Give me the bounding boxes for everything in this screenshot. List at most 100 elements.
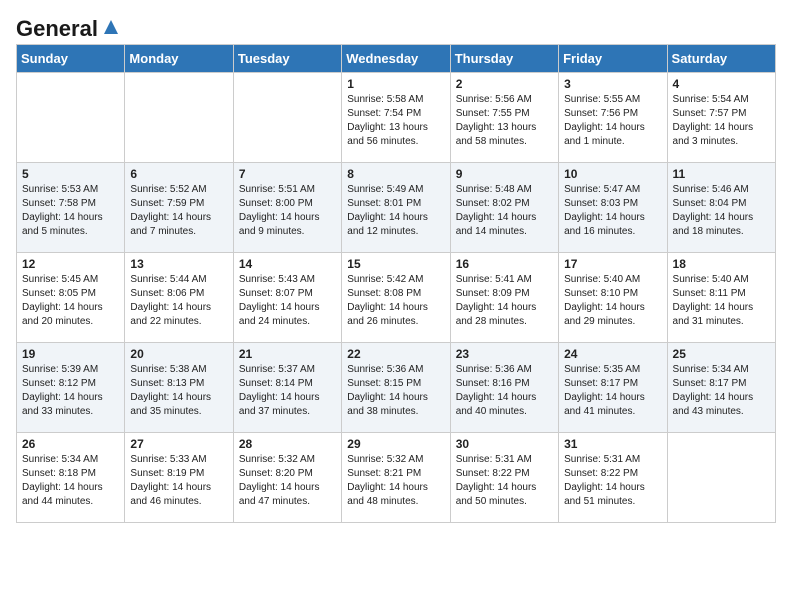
calendar-cell: 4 Sunrise: 5:54 AM Sunset: 7:57 PM Daylig… (667, 73, 775, 163)
cell-info: Sunrise: 5:42 AM Sunset: 8:08 PM Dayligh… (347, 273, 444, 329)
calendar-cell: 1Sunrise: 5:58 AM Sunset: 7:54 PM Daylig… (342, 73, 450, 163)
cell-info: Sunrise: 5:39 AM Sunset: 8:12 PM Dayligh… (22, 363, 119, 419)
cell-info: Sunrise: 5:52 AM Sunset: 7:59 PM Dayligh… (130, 183, 227, 239)
day-number: 23 (456, 347, 553, 361)
calendar-cell: 10 Sunrise: 5:47 AM Sunset: 8:03 PM Dayli… (559, 163, 667, 253)
calendar-cell: 25Sunrise: 5:34 AM Sunset: 8:17 PM Dayli… (667, 343, 775, 433)
week-row-2: 5 Sunrise: 5:53 AM Sunset: 7:58 PM Daylig… (17, 163, 776, 253)
calendar-table: SundayMondayTuesdayWednesdayThursdayFrid… (16, 44, 776, 523)
cell-info: Sunrise: 5:54 AM Sunset: 7:57 PM Dayligh… (673, 93, 770, 149)
day-number: 18 (673, 257, 770, 271)
calendar-cell (233, 73, 341, 163)
cell-info: Sunrise: 5:33 AM Sunset: 8:19 PM Dayligh… (130, 453, 227, 509)
logo-general: General (16, 16, 98, 42)
cell-info: Sunrise: 5:46 AM Sunset: 8:04 PM Dayligh… (673, 183, 770, 239)
calendar-cell: 18 Sunrise: 5:40 AM Sunset: 8:11 PM Dayli… (667, 253, 775, 343)
cell-info: Sunrise: 5:49 AM Sunset: 8:01 PM Dayligh… (347, 183, 444, 239)
cell-info: Sunrise: 5:31 AM Sunset: 8:22 PM Dayligh… (564, 453, 661, 509)
calendar-cell: 9 Sunrise: 5:48 AM Sunset: 8:02 PM Daylig… (450, 163, 558, 253)
day-number: 31 (564, 437, 661, 451)
day-number: 6 (130, 167, 227, 181)
cell-info: Sunrise: 5:32 AM Sunset: 8:20 PM Dayligh… (239, 453, 336, 509)
calendar-cell: 29 Sunrise: 5:32 AM Sunset: 8:21 PM Dayli… (342, 433, 450, 523)
calendar-cell: 7 Sunrise: 5:51 AM Sunset: 8:00 PM Daylig… (233, 163, 341, 253)
calendar-cell: 21Sunrise: 5:37 AM Sunset: 8:14 PM Dayli… (233, 343, 341, 433)
day-number: 19 (22, 347, 119, 361)
day-number: 21 (239, 347, 336, 361)
cell-info: Sunrise: 5:41 AM Sunset: 8:09 PM Dayligh… (456, 273, 553, 329)
cell-info: Sunrise: 5:36 AM Sunset: 8:15 PM Dayligh… (347, 363, 444, 419)
calendar-cell: 12 Sunrise: 5:45 AM Sunset: 8:05 PM Dayli… (17, 253, 125, 343)
cell-info: Sunrise: 5:38 AM Sunset: 8:13 PM Dayligh… (130, 363, 227, 419)
week-row-1: 1Sunrise: 5:58 AM Sunset: 7:54 PM Daylig… (17, 73, 776, 163)
cell-info: Sunrise: 5:55 AM Sunset: 7:56 PM Dayligh… (564, 93, 661, 149)
cell-info: Sunrise: 5:43 AM Sunset: 8:07 PM Dayligh… (239, 273, 336, 329)
calendar-cell (667, 433, 775, 523)
calendar-cell: 16Sunrise: 5:41 AM Sunset: 8:09 PM Dayli… (450, 253, 558, 343)
col-header-wednesday: Wednesday (342, 45, 450, 73)
calendar-cell: 27 Sunrise: 5:33 AM Sunset: 8:19 PM Dayli… (125, 433, 233, 523)
cell-info: Sunrise: 5:45 AM Sunset: 8:05 PM Dayligh… (22, 273, 119, 329)
col-header-thursday: Thursday (450, 45, 558, 73)
calendar-cell: 8 Sunrise: 5:49 AM Sunset: 8:01 PM Daylig… (342, 163, 450, 253)
day-number: 3 (564, 77, 661, 91)
day-number: 15 (347, 257, 444, 271)
day-number: 30 (456, 437, 553, 451)
day-number: 29 (347, 437, 444, 451)
week-row-5: 26 Sunrise: 5:34 AM Sunset: 8:18 PM Dayli… (17, 433, 776, 523)
cell-info: Sunrise: 5:53 AM Sunset: 7:58 PM Dayligh… (22, 183, 119, 239)
cell-info: Sunrise: 5:36 AM Sunset: 8:16 PM Dayligh… (456, 363, 553, 419)
day-number: 28 (239, 437, 336, 451)
cell-info: Sunrise: 5:40 AM Sunset: 8:11 PM Dayligh… (673, 273, 770, 329)
calendar-cell: 6 Sunrise: 5:52 AM Sunset: 7:59 PM Daylig… (125, 163, 233, 253)
calendar-cell: 28 Sunrise: 5:32 AM Sunset: 8:20 PM Dayli… (233, 433, 341, 523)
day-number: 26 (22, 437, 119, 451)
logo-triangle-icon (100, 18, 122, 36)
day-number: 10 (564, 167, 661, 181)
cell-info: Sunrise: 5:47 AM Sunset: 8:03 PM Dayligh… (564, 183, 661, 239)
calendar-cell: 20 Sunrise: 5:38 AM Sunset: 8:13 PM Dayli… (125, 343, 233, 433)
cell-info: Sunrise: 5:51 AM Sunset: 8:00 PM Dayligh… (239, 183, 336, 239)
cell-info: Sunrise: 5:40 AM Sunset: 8:10 PM Dayligh… (564, 273, 661, 329)
day-number: 7 (239, 167, 336, 181)
day-number: 17 (564, 257, 661, 271)
calendar-cell: 31 Sunrise: 5:31 AM Sunset: 8:22 PM Dayli… (559, 433, 667, 523)
calendar-cell: 23 Sunrise: 5:36 AM Sunset: 8:16 PM Dayli… (450, 343, 558, 433)
cell-info: Sunrise: 5:34 AM Sunset: 8:18 PM Dayligh… (22, 453, 119, 509)
day-number: 14 (239, 257, 336, 271)
day-number: 11 (673, 167, 770, 181)
day-number: 20 (130, 347, 227, 361)
day-number: 2 (456, 77, 553, 91)
day-number: 22 (347, 347, 444, 361)
calendar-cell: 5 Sunrise: 5:53 AM Sunset: 7:58 PM Daylig… (17, 163, 125, 253)
page-header: General (16, 16, 776, 36)
day-number: 25 (673, 347, 770, 361)
calendar-cell: 17 Sunrise: 5:40 AM Sunset: 8:10 PM Dayli… (559, 253, 667, 343)
calendar-cell: 2 Sunrise: 5:56 AM Sunset: 7:55 PM Daylig… (450, 73, 558, 163)
calendar-cell (125, 73, 233, 163)
calendar-cell: 13 Sunrise: 5:44 AM Sunset: 8:06 PM Dayli… (125, 253, 233, 343)
week-row-3: 12 Sunrise: 5:45 AM Sunset: 8:05 PM Dayli… (17, 253, 776, 343)
cell-info: Sunrise: 5:48 AM Sunset: 8:02 PM Dayligh… (456, 183, 553, 239)
calendar-cell: 24Sunrise: 5:35 AM Sunset: 8:17 PM Dayli… (559, 343, 667, 433)
cell-info: Sunrise: 5:44 AM Sunset: 8:06 PM Dayligh… (130, 273, 227, 329)
day-number: 27 (130, 437, 227, 451)
cell-info: Sunrise: 5:56 AM Sunset: 7:55 PM Dayligh… (456, 93, 553, 149)
day-number: 9 (456, 167, 553, 181)
day-number: 24 (564, 347, 661, 361)
calendar-cell: 15 Sunrise: 5:42 AM Sunset: 8:08 PM Dayli… (342, 253, 450, 343)
calendar-cell: 11 Sunrise: 5:46 AM Sunset: 8:04 PM Dayli… (667, 163, 775, 253)
cell-info: Sunrise: 5:31 AM Sunset: 8:22 PM Dayligh… (456, 453, 553, 509)
day-number: 12 (22, 257, 119, 271)
day-number: 13 (130, 257, 227, 271)
day-number: 5 (22, 167, 119, 181)
logo: General (16, 16, 122, 36)
day-number: 8 (347, 167, 444, 181)
cell-info: Sunrise: 5:58 AM Sunset: 7:54 PM Dayligh… (347, 93, 444, 149)
logo-line: General (16, 16, 122, 42)
col-header-sunday: Sunday (17, 45, 125, 73)
day-number: 4 (673, 77, 770, 91)
cell-info: Sunrise: 5:32 AM Sunset: 8:21 PM Dayligh… (347, 453, 444, 509)
col-header-saturday: Saturday (667, 45, 775, 73)
header-row: SundayMondayTuesdayWednesdayThursdayFrid… (17, 45, 776, 73)
